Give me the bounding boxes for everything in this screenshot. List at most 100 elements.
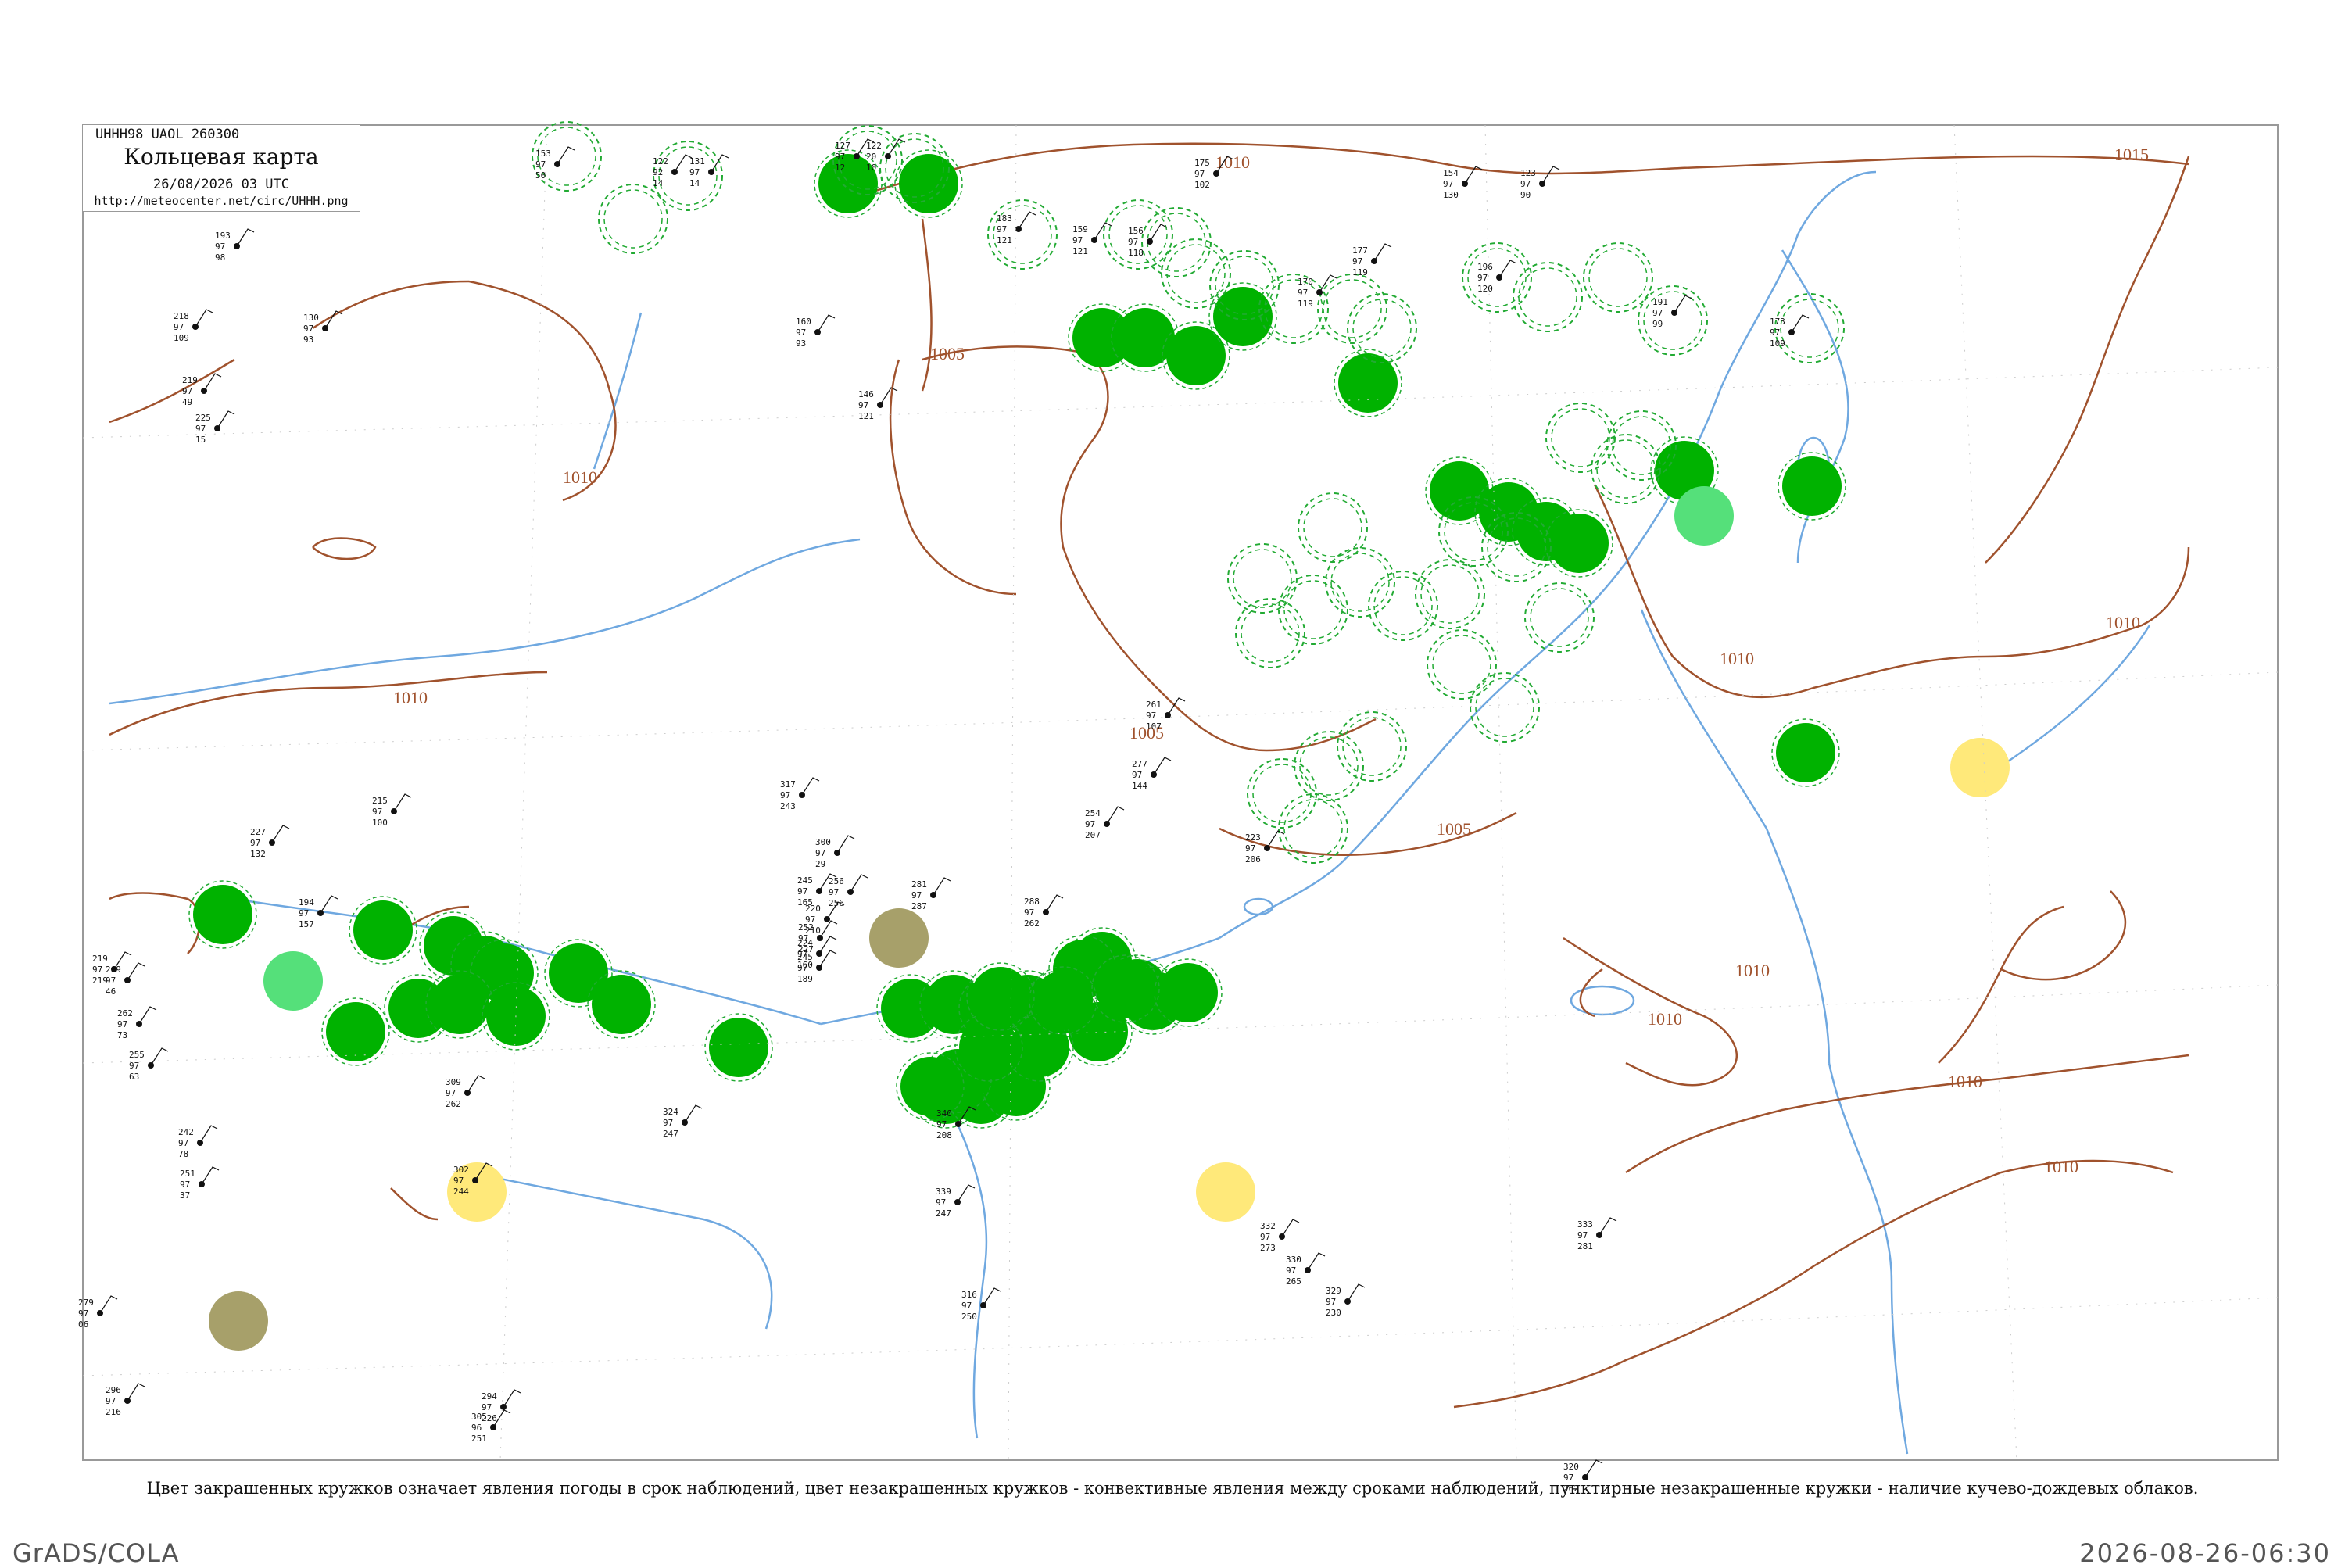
station-pressure: 130 bbox=[303, 313, 319, 323]
map-legend-caption: Цвет закрашенных кружков означает явлени… bbox=[146, 1479, 2199, 1498]
weather-circle-olive bbox=[209, 1291, 268, 1351]
station-pressure: 191 bbox=[1652, 297, 1668, 307]
station-dewpoint: 262 bbox=[1024, 918, 1040, 929]
station-dewpoint: 93 bbox=[796, 338, 806, 349]
station-dewpoint: 107 bbox=[1146, 721, 1162, 732]
station-dewpoint: 37 bbox=[180, 1190, 190, 1201]
weather-circle-green bbox=[959, 1018, 1019, 1077]
weather-circle-green bbox=[193, 885, 252, 944]
station-pressure: 127 bbox=[835, 141, 850, 151]
station-pressure: 220 bbox=[805, 904, 821, 914]
isobar-label: 1010 bbox=[1648, 1009, 1682, 1029]
station-pressure: 255 bbox=[129, 1050, 145, 1060]
station-pressure: 305 bbox=[471, 1412, 487, 1422]
station-code: 97 bbox=[1245, 843, 1255, 854]
station-pressure: 219 bbox=[182, 375, 198, 385]
station-dewpoint: 46 bbox=[106, 986, 116, 997]
station-code: 97 bbox=[1260, 1232, 1270, 1242]
station-dewpoint: 243 bbox=[780, 801, 796, 811]
station-code: 97 bbox=[1770, 328, 1780, 338]
weather-circle-yellow bbox=[1950, 738, 2010, 797]
station-dewpoint: 15 bbox=[195, 435, 206, 445]
station-code: 97 bbox=[250, 838, 260, 848]
station-code: 97 bbox=[174, 322, 184, 332]
isobar-label: 1005 bbox=[1437, 819, 1471, 839]
station-dewpoint: 250 bbox=[961, 1312, 977, 1322]
station-pressure: 215 bbox=[372, 796, 388, 806]
weather-circle-olive bbox=[869, 908, 929, 968]
weather-circle-light-green bbox=[263, 951, 323, 1011]
station-dewpoint: 262 bbox=[446, 1099, 461, 1109]
station-pressure: 177 bbox=[1352, 245, 1368, 256]
station-code: 97 bbox=[1326, 1297, 1336, 1307]
station-dewpoint: 130 bbox=[1443, 190, 1459, 200]
station-code: 97 bbox=[446, 1088, 456, 1098]
station-pressure: 122 bbox=[866, 141, 882, 151]
station-pressure: 193 bbox=[215, 231, 231, 241]
station-code: 97 bbox=[129, 1061, 139, 1071]
station-dewpoint: 208 bbox=[936, 1130, 952, 1140]
weather-circle-green bbox=[1033, 971, 1093, 1030]
station-pressure: 225 bbox=[195, 413, 211, 423]
station-pressure: 227 bbox=[250, 827, 266, 837]
station-code: 97 bbox=[1194, 169, 1205, 179]
bulletin-code: UHHH98 UAOL 260300 bbox=[95, 127, 240, 142]
station-dewpoint: 256 bbox=[829, 898, 844, 908]
station-dewpoint: 121 bbox=[997, 235, 1012, 245]
weather-circle-green bbox=[1776, 723, 1835, 782]
isobar-label: 1015 bbox=[2114, 145, 2149, 164]
station-dewpoint: 14 bbox=[689, 178, 700, 188]
station-code: 97 bbox=[997, 224, 1007, 234]
station-code: 97 bbox=[858, 400, 868, 410]
station-dewpoint: 93 bbox=[303, 335, 313, 345]
station-code: 97 bbox=[1286, 1265, 1296, 1276]
station-dewpoint: 29 bbox=[815, 859, 825, 869]
station-code: 97 bbox=[796, 328, 806, 338]
station-code: 97 bbox=[92, 965, 102, 975]
station-pressure: 281 bbox=[911, 879, 927, 890]
station-code: 97 bbox=[372, 807, 382, 817]
station-dewpoint: 78 bbox=[178, 1149, 188, 1159]
station-code: 97 bbox=[182, 386, 192, 396]
station-dewpoint: 247 bbox=[936, 1208, 951, 1219]
station-code: 97 bbox=[835, 152, 845, 162]
station-dewpoint: 73 bbox=[117, 1030, 127, 1040]
station-pressure: 123 bbox=[1520, 168, 1536, 178]
weather-map: 1015 1010 1010 1005 1005 1005 1010 1010 … bbox=[78, 121, 2279, 1494]
station-code: 97 bbox=[936, 1119, 947, 1129]
station-pressure: 218 bbox=[174, 311, 189, 321]
station-code: 97 bbox=[303, 324, 313, 334]
station-dewpoint: 99 bbox=[1652, 319, 1663, 329]
station-pressure: 261 bbox=[1146, 700, 1162, 710]
isobar-label: 1010 bbox=[563, 467, 597, 487]
station-dewpoint: 157 bbox=[299, 919, 314, 929]
map-header-box: UHHH98 UAOL 260300 Кольцевая карта 26/08… bbox=[83, 125, 360, 212]
station-code: 97 bbox=[689, 167, 700, 177]
weather-circle-green bbox=[1782, 456, 1842, 516]
station-pressure: 300 bbox=[815, 837, 831, 847]
station-dewpoint: 144 bbox=[1132, 781, 1147, 791]
station-pressure: 288 bbox=[1024, 897, 1040, 907]
weather-circle-green bbox=[709, 1018, 768, 1077]
station-dewpoint: 287 bbox=[911, 901, 927, 911]
station-dewpoint: 207 bbox=[1085, 830, 1101, 840]
station-pressure: 279 bbox=[78, 1298, 94, 1308]
station-code: 97 bbox=[1520, 179, 1531, 189]
weather-circle-green bbox=[430, 975, 489, 1034]
weather-circle-green bbox=[900, 1057, 960, 1116]
station-pressure: 262 bbox=[117, 1008, 133, 1018]
station-pressure: 194 bbox=[299, 897, 314, 908]
station-dewpoint: 06 bbox=[78, 1319, 88, 1330]
station-dewpoint: 230 bbox=[1326, 1308, 1341, 1318]
isobar-label: 1010 bbox=[2106, 613, 2140, 632]
station-pressure: 153 bbox=[535, 149, 551, 159]
station-pressure: 324 bbox=[663, 1107, 678, 1117]
station-pressure: 170 bbox=[1298, 277, 1313, 287]
station-pressure: 183 bbox=[997, 213, 1012, 224]
station-code: 97 bbox=[1146, 711, 1156, 721]
weather-circle-green bbox=[1549, 514, 1609, 573]
station-code: 97 bbox=[178, 1138, 188, 1148]
station-code: 97 bbox=[299, 908, 309, 918]
station-pressure: 242 bbox=[178, 1127, 194, 1137]
weather-circle-light-green bbox=[1674, 486, 1734, 546]
